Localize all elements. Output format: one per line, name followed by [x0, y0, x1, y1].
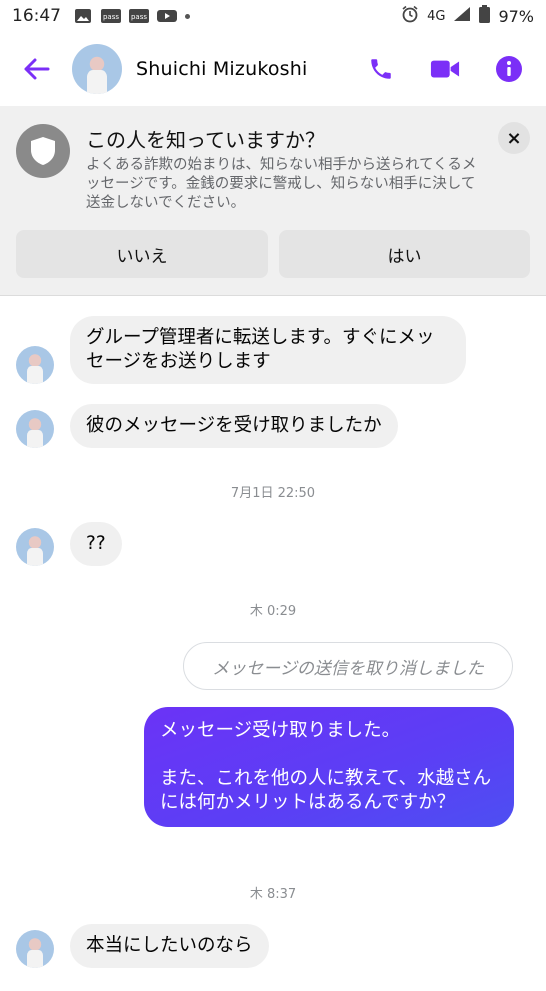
message-timestamp: 木 0:29 [249, 604, 297, 619]
message-row: 本当にしたいのなら [16, 924, 269, 968]
status-bar: 16:47 pass pass 4G 97% [0, 0, 546, 32]
message-row: グループ管理者に転送します。すぐにメッセージをお送りします [16, 316, 466, 384]
video-call-button[interactable] [430, 54, 460, 84]
safety-banner: この人を知っていますか？ よくある詐欺の始まりは、知らない相手から送られてくるメ… [0, 106, 546, 296]
sender-avatar[interactable] [16, 930, 54, 968]
incoming-message-bubble[interactable]: グループ管理者に転送します。すぐにメッセージをお送りします [70, 316, 466, 384]
battery-percent: 97% [498, 6, 534, 26]
battery-icon [479, 5, 491, 27]
alarm-icon [401, 5, 419, 27]
outgoing-message-bubble[interactable]: メッセージ受け取りました。 また、これを他の人に教えて、水越さんには何かメリット… [144, 707, 514, 827]
arrow-left-icon [24, 58, 50, 80]
shield-icon [16, 124, 70, 178]
sender-avatar[interactable] [16, 410, 54, 448]
banner-title: この人を知っていますか？ [86, 128, 325, 152]
contact-name[interactable]: Shuichi Mizukoshi [136, 58, 308, 80]
more-notifications-dot [185, 13, 190, 19]
pass-icon: pass [101, 8, 121, 24]
incoming-message-bubble[interactable]: 本当にしたいのなら [70, 924, 269, 968]
info-icon [496, 56, 522, 82]
info-button[interactable] [494, 54, 524, 84]
signal-icon [453, 6, 471, 26]
contact-avatar[interactable] [72, 44, 122, 94]
sender-avatar[interactable] [16, 528, 54, 566]
message-row: ?? [16, 522, 122, 566]
back-button[interactable] [14, 47, 58, 91]
incoming-message-bubble[interactable]: ?? [70, 522, 122, 566]
voice-call-button[interactable] [366, 54, 396, 84]
sender-avatar[interactable] [16, 346, 54, 384]
yes-button[interactable]: はい [279, 230, 530, 278]
chat-header: Shuichi Mizukoshi [0, 32, 546, 106]
no-button[interactable]: いいえ [16, 230, 268, 278]
svg-text:pass: pass [131, 13, 147, 21]
video-camera-icon [430, 60, 460, 78]
message-row: 彼のメッセージを受け取りましたか [16, 404, 398, 448]
image-icon [73, 8, 93, 24]
unsent-message-notice[interactable]: メッセージの送信を取り消しました [183, 642, 513, 690]
youtube-icon [157, 8, 177, 24]
phone-icon [371, 59, 391, 79]
incoming-message-bubble[interactable]: 彼のメッセージを受け取りましたか [70, 404, 398, 448]
close-banner-button[interactable]: × [498, 122, 530, 154]
network-type: 4G [427, 8, 446, 24]
message-timestamp: 木 8:37 [249, 887, 297, 902]
close-icon: × [506, 127, 522, 149]
svg-text:pass: pass [103, 13, 119, 21]
pass-icon: pass [129, 8, 149, 24]
banner-body: よくある詐欺の始まりは、知らない相手から送られてくるメッセージです。金銭の要求に… [86, 157, 477, 211]
message-timestamp: 7月1日 22:50 [230, 486, 316, 501]
status-time: 16:47 [12, 6, 61, 26]
